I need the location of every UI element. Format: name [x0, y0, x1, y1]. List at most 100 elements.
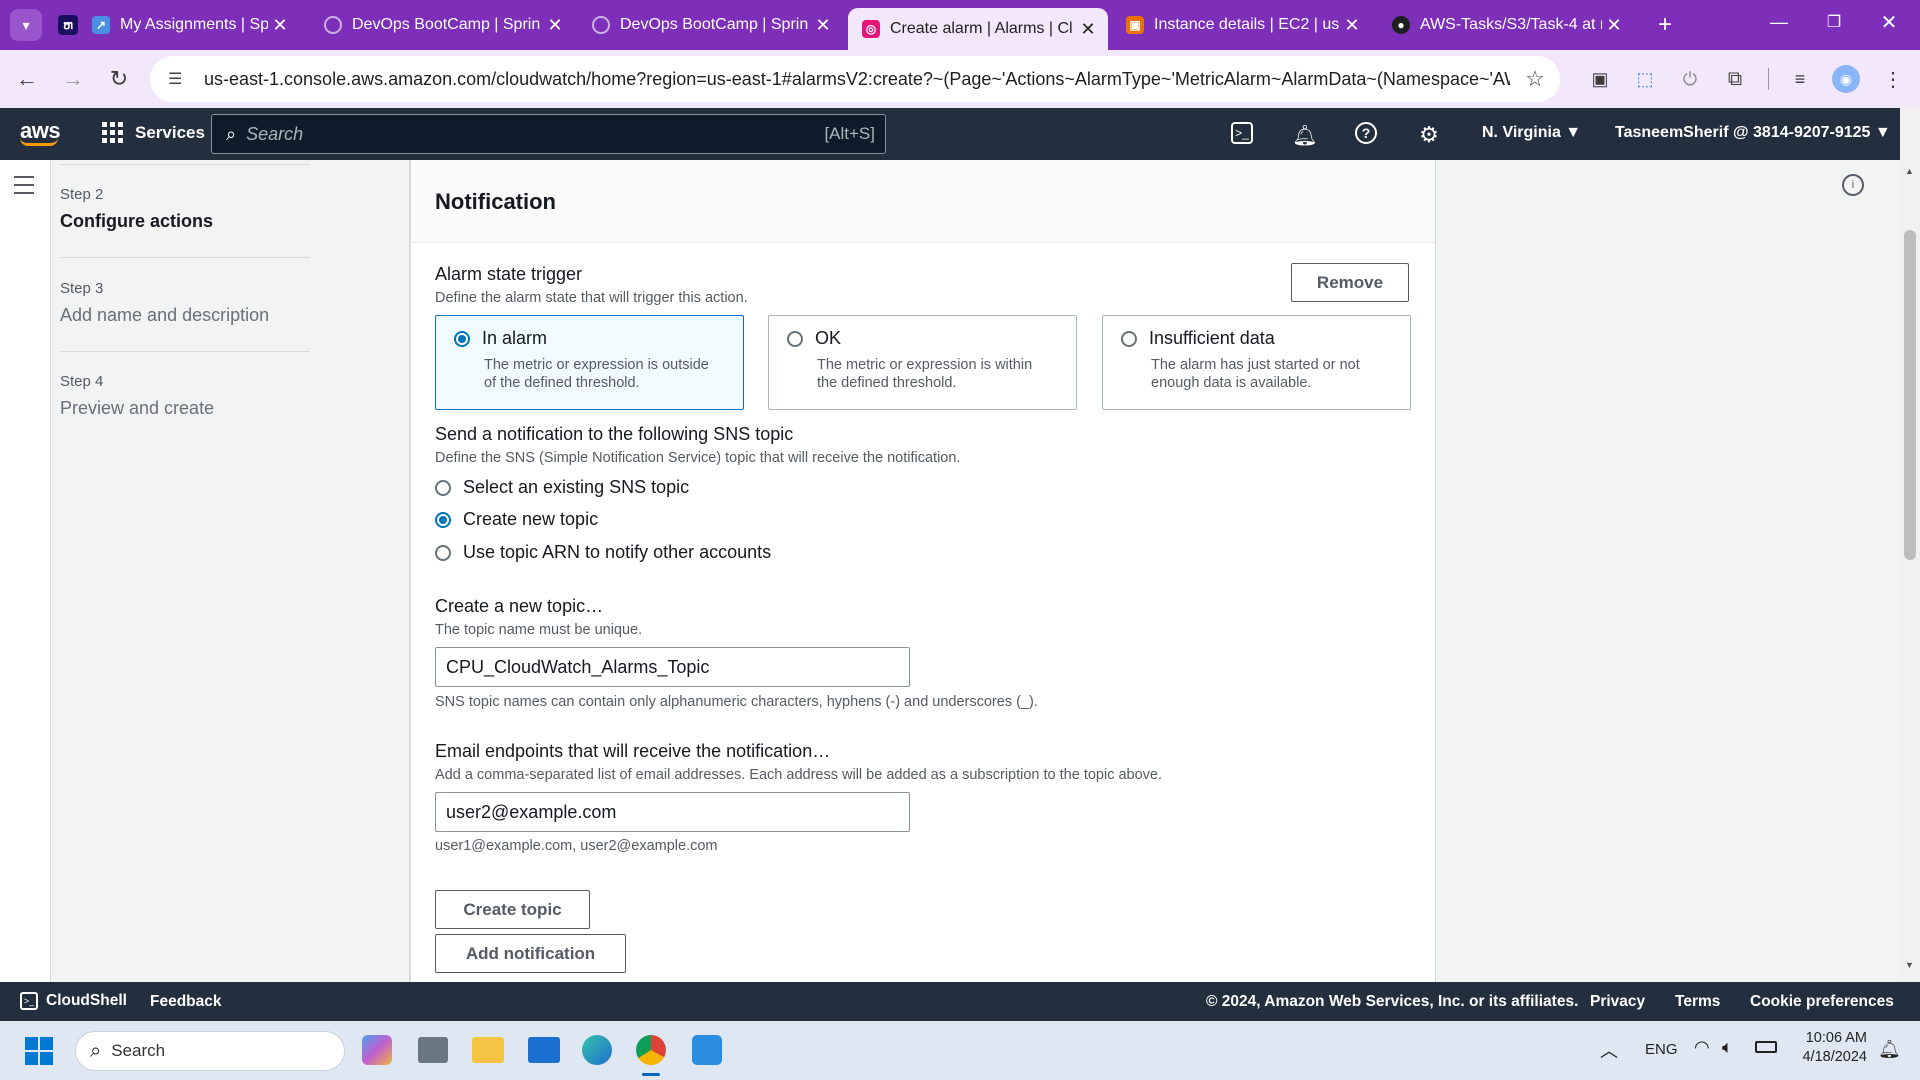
close-tab-icon[interactable]: ✕: [1340, 15, 1364, 36]
browser-menu-icon[interactable]: ⋮: [1878, 64, 1908, 94]
close-tab-icon[interactable]: ✕: [1076, 19, 1100, 40]
browser-tab[interactable]: ↗ My Assignments | Spri ✕: [80, 8, 300, 42]
help-icon[interactable]: ?: [1355, 122, 1377, 144]
aws-logo[interactable]: aws: [20, 118, 61, 146]
url-text[interactable]: us-east-1.console.aws.amazon.com/cloudwa…: [204, 69, 1510, 90]
restore-window-icon[interactable]: ❐: [1820, 12, 1848, 38]
notification-card: Notification Alarm state trigger Define …: [410, 160, 1436, 982]
divider: [60, 351, 310, 352]
taskbar-search-input[interactable]: ⌕ Search: [75, 1031, 345, 1071]
volume-icon[interactable]: 🔈︎: [1722, 1037, 1733, 1058]
language-indicator[interactable]: ENG: [1645, 1041, 1678, 1058]
radio-create-new-topic[interactable]: [435, 511, 451, 528]
close-tab-icon[interactable]: ✕: [543, 15, 567, 36]
browser-tab[interactable]: ▣ Instance details | EC2 | us- ✕: [1112, 8, 1372, 42]
wizard-step[interactable]: Step 3 Add name and description: [60, 280, 269, 326]
copilot-icon[interactable]: [362, 1035, 392, 1065]
email-endpoints-hint: user1@example.com, user2@example.com: [435, 838, 718, 854]
page-scrollbar[interactable]: ▲ ▼: [1900, 108, 1920, 1021]
cloudshell-icon[interactable]: >_: [1231, 122, 1253, 144]
file-explorer-icon[interactable]: [472, 1037, 504, 1063]
radio-topic-arn[interactable]: [435, 544, 451, 561]
remove-button[interactable]: Remove: [1291, 263, 1409, 302]
task-view-icon[interactable]: [418, 1037, 448, 1063]
new-topic-desc: The topic name must be unique.: [435, 622, 643, 638]
aws-search-input[interactable]: ⌕ Search [Alt+S]: [211, 114, 886, 154]
topic-name-input[interactable]: CPU_CloudWatch_Alarms_Topic: [435, 647, 910, 687]
account-menu[interactable]: TasneemSherif @ 3814-9207-9125 ▼: [1615, 124, 1891, 142]
browser-tab[interactable]: DevOps BootCamp | Sprin ✕: [578, 8, 843, 42]
cloudshell-footer-button[interactable]: >_ CloudShell: [20, 992, 127, 1010]
sns-option-existing[interactable]: Select an existing SNS topic: [435, 477, 689, 498]
screenshot-extension-icon[interactable]: ⬚: [1630, 64, 1660, 94]
hamburger-menu-icon[interactable]: [14, 176, 34, 194]
address-bar[interactable]: ☰ us-east-1.console.aws.amazon.com/cloud…: [150, 56, 1560, 102]
caret-down-icon: ▼: [1874, 124, 1891, 141]
settings-gear-icon[interactable]: ⚙: [1416, 122, 1442, 148]
forward-arrow-icon[interactable]: →: [58, 64, 88, 94]
chrome-browser-icon[interactable]: [636, 1035, 666, 1065]
profile-avatar[interactable]: ◉: [1832, 65, 1860, 93]
add-notification-button[interactable]: Add notification: [435, 934, 626, 973]
mail-icon[interactable]: [528, 1037, 560, 1063]
state-tile-insufficient-data[interactable]: Insufficient data The alarm has just sta…: [1102, 315, 1411, 410]
globe-favicon-icon: [592, 16, 610, 34]
close-tab-icon[interactable]: ✕: [811, 15, 835, 36]
media-controls-icon[interactable]: ≡: [1785, 64, 1815, 94]
sns-option-create-new[interactable]: Create new topic: [435, 509, 598, 530]
power-extension-icon[interactable]: ⏻: [1675, 64, 1705, 94]
tab-search-button[interactable]: ▾: [10, 9, 42, 41]
scroll-up-arrow-icon[interactable]: ▲: [1905, 166, 1914, 176]
wizard-step[interactable]: Step 4 Preview and create: [60, 373, 214, 419]
close-tab-icon[interactable]: ✕: [1602, 15, 1626, 36]
browser-tab[interactable]: DevOps BootCamp | Sprin ✕: [310, 8, 575, 42]
reload-icon[interactable]: ↻: [104, 64, 134, 94]
feedback-link[interactable]: Feedback: [150, 993, 222, 1011]
radio-existing-topic[interactable]: [435, 479, 451, 496]
notifications-bell-icon[interactable]: 🔔︎: [1292, 122, 1318, 148]
sns-option-arn[interactable]: Use topic ARN to notify other accounts: [435, 542, 771, 563]
battery-icon[interactable]: [1755, 1041, 1777, 1053]
services-menu[interactable]: Services: [102, 122, 205, 143]
email-endpoints-desc: Add a comma-separated list of email addr…: [435, 767, 1163, 783]
chrome-active-indicator: [642, 1073, 660, 1076]
wifi-icon[interactable]: ◠: [1694, 1037, 1710, 1058]
windows-taskbar: ⌕ Search ︿ ENG ◠ 🔈︎ 10:06 AM 4/18/2024 🔔…: [0, 1021, 1920, 1080]
create-topic-button[interactable]: Create topic: [435, 890, 590, 929]
email-endpoints-input[interactable]: user2@example.com: [435, 792, 910, 832]
region-selector[interactable]: N. Virginia ▼: [1482, 124, 1581, 142]
reading-mode-icon[interactable]: ▣: [1585, 64, 1615, 94]
close-window-icon[interactable]: ✕: [1875, 10, 1903, 38]
close-tab-icon[interactable]: ✕: [268, 15, 292, 36]
browser-tab[interactable]: ● AWS-Tasks/S3/Task-4 at n ✕: [1378, 8, 1634, 42]
search-icon: ⌕: [226, 123, 237, 144]
show-hidden-icons-chevron-icon[interactable]: ︿: [1600, 1037, 1618, 1063]
state-tile-ok[interactable]: OK The metric or expression is within th…: [768, 315, 1077, 410]
privacy-link[interactable]: Privacy: [1590, 993, 1645, 1011]
extensions-puzzle-icon[interactable]: ⧉: [1720, 64, 1750, 94]
bookmark-star-icon[interactable]: ☆: [1520, 66, 1550, 92]
edge-browser-icon[interactable]: [582, 1035, 612, 1065]
back-arrow-icon[interactable]: ←: [12, 64, 42, 94]
cloudwatch-favicon-icon: ◎: [862, 20, 880, 38]
sns-topic-label: Send a notification to the following SNS…: [435, 424, 794, 444]
photos-app-icon[interactable]: [692, 1035, 722, 1065]
radio-in-alarm[interactable]: [454, 330, 470, 347]
state-tile-in-alarm[interactable]: In alarm The metric or expression is out…: [435, 315, 744, 410]
notification-bell-icon[interactable]: 🔔︎: [1878, 1039, 1901, 1060]
help-panel-toggle-icon[interactable]: i: [1842, 174, 1864, 196]
windows-start-icon[interactable]: [25, 1037, 53, 1065]
browser-tab-active[interactable]: ◎ Create alarm | Alarms | Cl ✕: [848, 8, 1108, 50]
clock[interactable]: 10:06 AM 4/18/2024: [1795, 1030, 1867, 1065]
radio-ok[interactable]: [787, 330, 803, 347]
minimize-window-icon[interactable]: —: [1765, 12, 1793, 38]
scrollbar-thumb[interactable]: [1904, 230, 1916, 560]
wizard-step[interactable]: Step 2 Configure actions: [60, 186, 213, 232]
scroll-down-arrow-icon[interactable]: ▼: [1905, 960, 1914, 970]
site-info-icon[interactable]: ☰: [168, 69, 188, 89]
new-tab-plus-icon[interactable]: +: [1650, 10, 1680, 40]
terms-link[interactable]: Terms: [1675, 993, 1720, 1011]
radio-insufficient-data[interactable]: [1121, 330, 1137, 347]
cookie-preferences-link[interactable]: Cookie preferences: [1750, 993, 1894, 1011]
card-title: Notification: [435, 189, 556, 214]
